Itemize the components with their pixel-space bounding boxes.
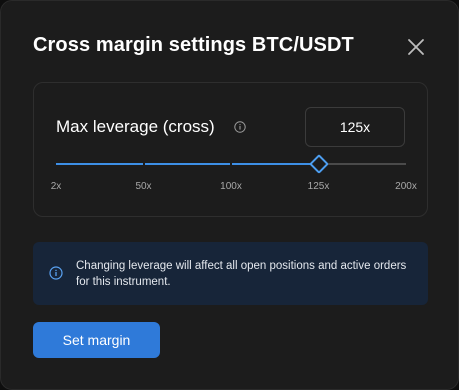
set-margin-button[interactable]: Set margin	[33, 322, 160, 358]
slider-tick-label[interactable]: 2x	[51, 181, 62, 192]
info-icon	[49, 266, 63, 280]
slider-notch	[142, 162, 145, 166]
slider-notch	[230, 162, 232, 166]
leverage-slider[interactable]	[56, 154, 406, 174]
leverage-input[interactable]	[305, 107, 405, 147]
leverage-card: Max leverage (cross) 2x 50x 100x 125x 200x	[33, 82, 428, 217]
close-button[interactable]	[405, 36, 427, 58]
slider-tick-label[interactable]: 200x	[395, 181, 417, 192]
banner-text: Changing leverage will affect all open p…	[76, 260, 407, 288]
slider-thumb[interactable]	[308, 154, 329, 174]
slider-tick-label[interactable]: 50x	[135, 181, 151, 192]
slider-tick-label[interactable]: 125x	[308, 181, 330, 192]
close-icon	[408, 39, 424, 55]
info-icon[interactable]	[234, 121, 246, 133]
slider-fill	[56, 163, 319, 165]
slider-tick-label[interactable]: 100x	[220, 181, 242, 192]
dialog-title: Cross margin settings BTC/USDT	[33, 34, 354, 56]
max-leverage-label: Max leverage (cross)	[56, 117, 215, 136]
info-banner: Changing leverage will affect all open p…	[33, 242, 428, 305]
cross-margin-dialog: Cross margin settings BTC/USDT Max lever…	[0, 0, 459, 390]
